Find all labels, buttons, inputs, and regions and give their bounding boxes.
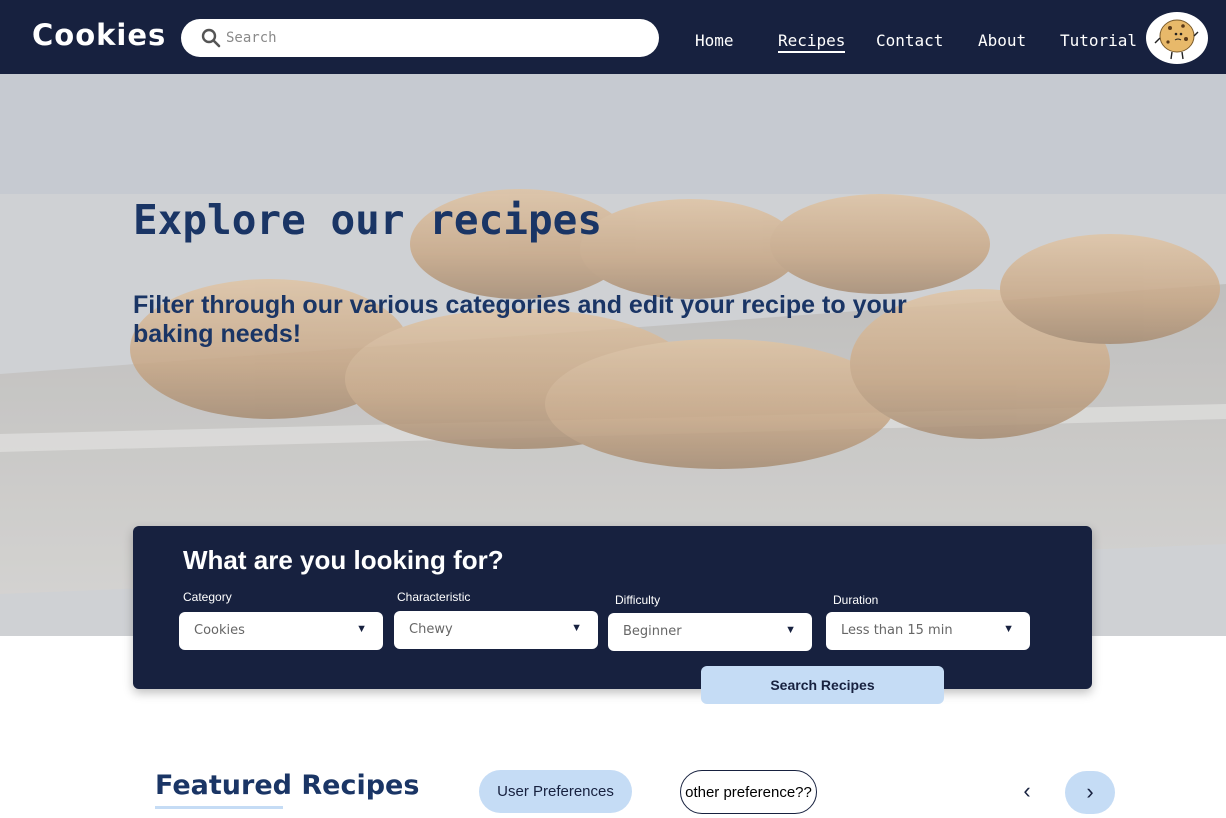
characteristic-value: Chewy [409, 622, 453, 637]
difficulty-label: Difficulty [615, 593, 661, 607]
difficulty-select[interactable]: Beginner ▼ [608, 613, 812, 651]
nav-about[interactable]: About [978, 31, 1026, 50]
heading-underline [155, 806, 283, 809]
chevron-down-icon: ▼ [356, 623, 367, 635]
hero-subtitle: Filter through our various categories an… [133, 291, 907, 348]
user-avatar[interactable] [1146, 12, 1208, 64]
nav-recipes[interactable]: Recipes [778, 31, 846, 53]
nav-tutorial[interactable]: Tutorial [1060, 31, 1137, 50]
characteristic-label: Characteristic [397, 590, 471, 604]
featured-recipes-heading: Featured Recipes [155, 770, 420, 801]
characteristic-select[interactable]: Chewy ▼ [394, 611, 598, 649]
search-icon [201, 28, 221, 48]
chevron-down-icon: ▼ [785, 624, 796, 636]
search-bar[interactable] [181, 19, 659, 57]
duration-label: Duration [833, 593, 879, 607]
carousel-prev-icon[interactable]: ‹ [1012, 778, 1042, 808]
category-value: Cookies [194, 623, 245, 638]
duration-select[interactable]: Less than 15 min ▼ [826, 612, 1030, 650]
category-label: Category [183, 590, 232, 604]
hero-title: Explore our recipes [133, 196, 602, 244]
chevron-down-icon: ▼ [571, 622, 582, 634]
duration-value: Less than 15 min [841, 623, 953, 638]
filter-panel-title: What are you looking for? [183, 545, 504, 575]
difficulty-value: Beginner [623, 624, 682, 639]
chevron-down-icon: ▼ [1003, 623, 1014, 635]
other-preference-button[interactable]: other preference?? [680, 770, 817, 814]
recipe-filter-panel: What are you looking for? Category Cooki… [133, 526, 1092, 689]
top-nav-bar: Cookies Home Recipes Contact About Tutor… [0, 0, 1226, 74]
search-input[interactable] [226, 19, 646, 57]
nav-contact[interactable]: Contact [876, 31, 943, 50]
carousel-next-icon[interactable]: › [1065, 771, 1115, 814]
category-select[interactable]: Cookies ▼ [179, 612, 383, 650]
nav-home[interactable]: Home [695, 31, 734, 50]
search-recipes-button[interactable]: Search Recipes [701, 666, 944, 704]
user-preferences-button[interactable]: User Preferences [479, 770, 632, 813]
cookie-mascot-icon [1154, 19, 1199, 60]
site-logo[interactable]: Cookies [32, 18, 166, 52]
